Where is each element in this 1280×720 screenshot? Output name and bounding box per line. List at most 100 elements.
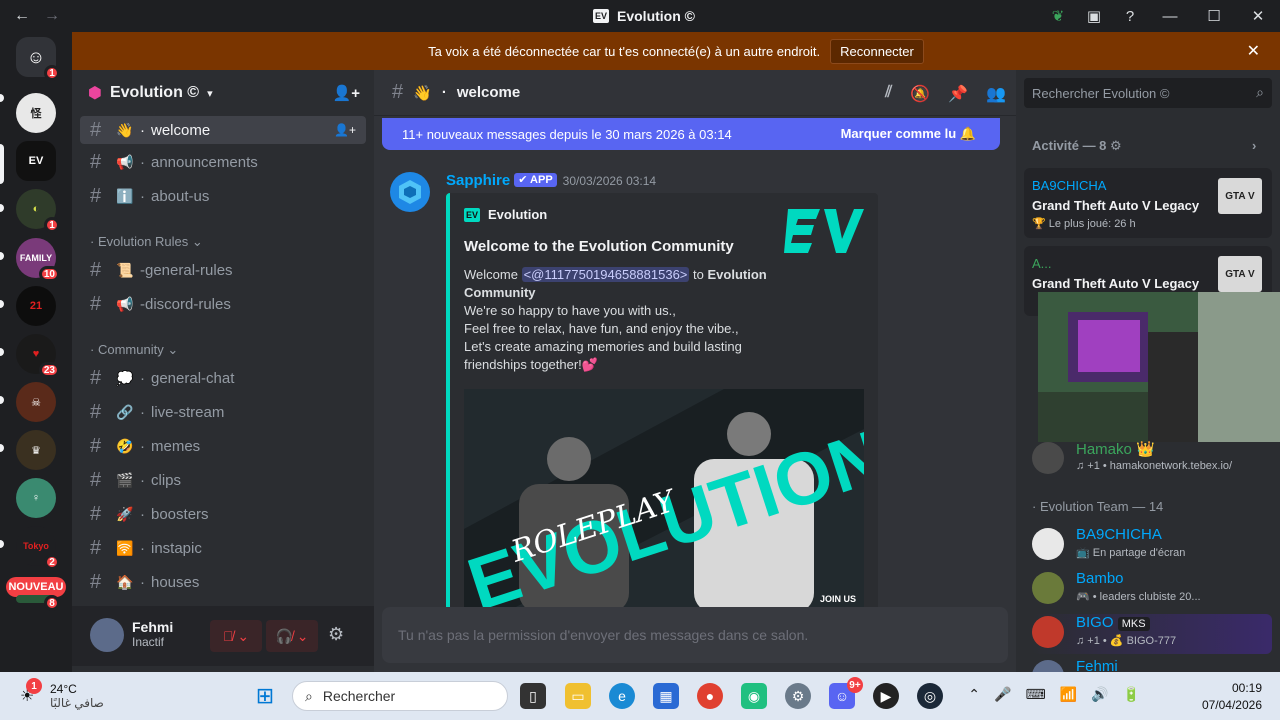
- invite-icon[interactable]: 👤+: [334, 123, 356, 137]
- leaf-icon[interactable]: ❦: [1040, 7, 1076, 25]
- title-bar: ← → EV Evolution © ❦ ▣ ? — ☐ ✕: [0, 0, 1280, 32]
- member-ba9chicha[interactable]: BA9CHICHA 📺 En partage d'écran: [1032, 526, 1272, 566]
- channel-general-rules[interactable]: # 📜 -general-rules: [80, 256, 366, 284]
- server-icon-4[interactable]: FAMILY 10: [16, 238, 60, 282]
- member-bigo[interactable]: BIGO MKS ♫ +1 • 💰 BIGO-777: [1032, 614, 1272, 654]
- pin-icon[interactable]: 📌: [948, 84, 968, 104]
- embed-banner-image[interactable]: EVOLUTION ROLEPLAY JOIN US: [464, 389, 864, 613]
- edge-icon[interactable]: e: [609, 683, 635, 709]
- chrome-icon[interactable]: ●: [697, 683, 723, 709]
- channel-about-us[interactable]: # ℹ️ · about-us: [80, 182, 366, 210]
- webcam-overlay: [1038, 292, 1280, 442]
- deafen-button[interactable]: 🎧̸ ⌄: [266, 620, 318, 652]
- server-icon-1[interactable]: 怪: [16, 93, 56, 133]
- activity-header[interactable]: Activité — 8 ⚙ ›: [1032, 138, 1256, 154]
- server-icon-9[interactable]: ♀: [16, 478, 56, 518]
- channel-header: # 👋 · welcome ⫽ 🔕 📌 👥: [374, 70, 1016, 116]
- volume-icon[interactable]: 🔊: [1091, 686, 1108, 703]
- message-author[interactable]: Sapphire ✔ APP 30/03/2026 03:14: [446, 172, 656, 189]
- server-icon-11[interactable]: 8: [16, 595, 60, 611]
- microphone-icon[interactable]: 🎤: [994, 686, 1011, 703]
- chevron-up-icon[interactable]: ⌃: [968, 686, 980, 703]
- server-logo-icon: EV: [593, 9, 609, 23]
- message-input[interactable]: Tu n'as pas la permission d'envoyer des …: [382, 607, 1008, 663]
- invite-people-icon[interactable]: 👤+: [333, 84, 360, 102]
- server-icon-6[interactable]: ♥ 23: [16, 334, 60, 378]
- category-rules[interactable]: · Evolution Rules ⌄: [90, 234, 203, 250]
- bot-avatar[interactable]: [390, 172, 430, 212]
- notification-mute-icon[interactable]: 🔕: [910, 84, 930, 104]
- forward-button[interactable]: →: [44, 7, 60, 24]
- task-view-icon[interactable]: ▯: [520, 683, 546, 709]
- channel-live-stream[interactable]: # 🔗 · live-stream: [80, 398, 366, 426]
- channel-houses[interactable]: # 🏠 · houses: [80, 568, 366, 596]
- reconnect-button[interactable]: Reconnecter: [830, 38, 924, 64]
- hash-icon: #: [90, 184, 102, 207]
- back-button[interactable]: ←: [14, 7, 30, 24]
- server-badge: 1: [44, 217, 60, 233]
- media-player-icon[interactable]: ▶: [873, 683, 899, 709]
- team-header[interactable]: · Evolution Team — 14: [1032, 499, 1163, 514]
- inbox-icon[interactable]: ▣: [1076, 7, 1112, 25]
- system-clock[interactable]: 00:19 07/04/2026: [1202, 680, 1262, 714]
- user-mention[interactable]: <@1117750194658881536>: [521, 267, 690, 282]
- battery-icon[interactable]: 🔋: [1123, 686, 1140, 703]
- avatar[interactable]: [90, 618, 124, 652]
- minimize-button[interactable]: —: [1148, 8, 1192, 25]
- server-icon-8[interactable]: ♛: [16, 430, 56, 470]
- server-icon-3[interactable]: ◐ 1: [16, 189, 60, 233]
- mute-button[interactable]: 🎙̸ ⌄: [210, 620, 262, 652]
- wifi-icon[interactable]: 📶: [1060, 686, 1077, 703]
- server-badge: 23: [38, 362, 60, 378]
- app-green-icon[interactable]: ◉: [741, 683, 767, 709]
- keyboard-icon[interactable]: ⌨: [1025, 686, 1045, 703]
- mark-as-read-button[interactable]: Marquer comme lu 🔔: [841, 126, 976, 142]
- help-icon[interactable]: ?: [1112, 8, 1148, 25]
- steam-icon[interactable]: ◎: [917, 683, 943, 709]
- embed-description: Welcome <@1117750194658881536> to Evolut…: [464, 267, 767, 372]
- server-name-header[interactable]: ⬢ Evolution © ▾ 👤+: [72, 70, 374, 116]
- channel-discord-rules[interactable]: # 📢 -discord-rules: [80, 290, 366, 318]
- channel-announcements[interactable]: # 📢 · announcements: [80, 148, 366, 176]
- message-timestamp: 30/03/2026 03:14: [562, 174, 657, 188]
- member-hamako[interactable]: Hamako 👑 ♫ +1 • hamakonetwork.tebex.io/: [1032, 440, 1272, 480]
- gta-v-logo-icon: GTA V: [1218, 178, 1262, 214]
- channel-boosters[interactable]: # 🚀 · boosters: [80, 500, 366, 528]
- maximize-button[interactable]: ☐: [1192, 7, 1236, 25]
- settings-gear-icon[interactable]: ⚙: [328, 624, 344, 645]
- user-name: Fehmi: [132, 619, 174, 635]
- close-banner-icon[interactable]: ✕: [1247, 41, 1260, 61]
- members-icon[interactable]: 👥: [986, 84, 1006, 104]
- server-icon-5[interactable]: 21: [16, 286, 56, 326]
- taskbar-search[interactable]: ⌕ Rechercher: [292, 681, 508, 711]
- discord-taskbar-icon[interactable]: ☺ 9+: [829, 677, 863, 709]
- channel-welcome[interactable]: # 👋 · welcome 👤+: [80, 116, 366, 144]
- new-messages-bar[interactable]: 11+ nouveaux messages depuis le 30 mars …: [382, 118, 1000, 150]
- server-icon-10[interactable]: Tokyo 2: [16, 526, 60, 570]
- server-icon-7[interactable]: ☠: [16, 382, 56, 422]
- user-status: Inactif: [132, 635, 165, 649]
- discord-home-button[interactable]: ☺ 1: [16, 37, 60, 81]
- store-icon[interactable]: ▦: [653, 683, 679, 709]
- settings-icon[interactable]: ⚙: [785, 683, 811, 709]
- search-input[interactable]: Rechercher Evolution © ⌕: [1024, 78, 1272, 108]
- close-window-button[interactable]: ✕: [1236, 7, 1280, 25]
- threads-icon[interactable]: ⫽: [885, 84, 892, 104]
- start-button[interactable]: ⊞: [252, 683, 278, 709]
- channel-clips[interactable]: # 🎬 · clips: [80, 466, 366, 494]
- member-fehmi[interactable]: Fehmi: [1032, 658, 1272, 672]
- activity-card[interactable]: BA9CHICHA Grand Theft Auto V Legacy 🏆 Le…: [1024, 168, 1272, 238]
- member-bambo[interactable]: Bambo 🎮 • leaders clubiste 20...: [1032, 570, 1272, 610]
- channel-instapic[interactable]: # 🛜 · instapic: [80, 534, 366, 562]
- category-community[interactable]: · Community ⌄: [90, 342, 178, 358]
- window-title: EV Evolution ©: [593, 8, 695, 24]
- file-explorer-icon[interactable]: ▭: [565, 683, 591, 709]
- system-tray: ⌃ 🎤 ⌨ 📶 🔊 🔋: [968, 686, 1140, 703]
- server-icon-evolution[interactable]: EV: [16, 141, 56, 181]
- channel-general-chat[interactable]: # 💭 · general-chat: [80, 364, 366, 392]
- embed-title: Welcome to the Evolution Community: [464, 238, 734, 255]
- home-badge: 1: [44, 65, 60, 81]
- channel-memes[interactable]: # 🤣 · memes: [80, 432, 366, 460]
- hash-icon: #: [90, 400, 102, 423]
- chevron-right-icon[interactable]: ›: [1252, 138, 1256, 153]
